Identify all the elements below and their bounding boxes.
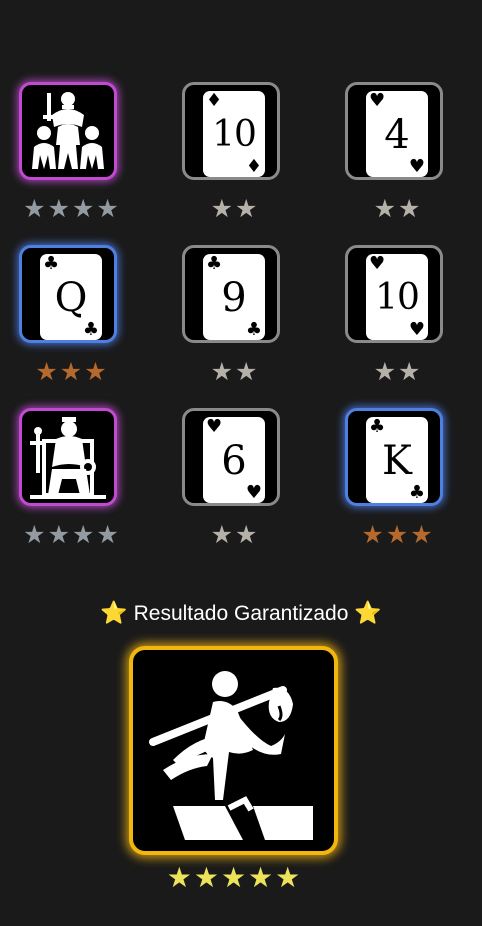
- heart-suit-icon: ♥: [408, 156, 425, 177]
- banner-text: Resultado Garantizado: [133, 602, 349, 625]
- card-rank: Q: [54, 275, 88, 321]
- star-icon: ★: [96, 520, 119, 549]
- star-rating: ★★: [342, 196, 452, 222]
- tile-rare[interactable]: ♣ K ♣: [345, 408, 443, 506]
- star-rating: ★★★★: [16, 196, 126, 222]
- enthroned-figure-icon: [30, 417, 106, 499]
- star-icon: ★: [373, 357, 396, 386]
- grid-cell-2[interactable]: ♦ 10 ♦ ★★: [179, 82, 289, 232]
- star-icon: ★: [361, 520, 384, 549]
- playing-card: ♣ K ♣: [366, 417, 428, 503]
- grid-cell-5[interactable]: ♣ 9 ♣ ★★: [179, 245, 289, 395]
- club-suit-icon: ♣: [408, 482, 425, 503]
- star-icon: ★: [84, 357, 107, 386]
- star-rating: ★★: [179, 196, 289, 222]
- club-suit-icon: ♣: [43, 253, 60, 274]
- tile-common[interactable]: ♥ 10 ♥: [345, 245, 443, 343]
- grid-cell-4[interactable]: ♣ Q ♣ ★★★: [16, 245, 126, 395]
- star-icon: ★: [193, 861, 219, 894]
- star-icon: ★: [59, 357, 83, 386]
- star-icon: ★: [373, 194, 396, 223]
- star-rating: ★★: [342, 359, 452, 385]
- star-icon: ★: [385, 520, 409, 549]
- star-icon: ★: [220, 861, 247, 894]
- tile-common[interactable]: ♥ 6 ♥: [182, 408, 280, 506]
- star-icon: ★: [210, 520, 233, 549]
- tile-legendary[interactable]: [129, 646, 338, 855]
- star-icon: ★: [47, 520, 70, 549]
- playing-card: ♣ 9 ♣: [203, 254, 265, 340]
- featured-star-rating: ★★★★★: [129, 864, 338, 892]
- grid-cell-8[interactable]: ♥ 6 ♥ ★★: [179, 408, 289, 558]
- heart-suit-icon: ♥: [369, 253, 386, 274]
- star-icon: ★: [96, 194, 119, 223]
- star-rating: ★★★: [342, 522, 452, 548]
- playing-card: ♥ 10 ♥: [366, 254, 428, 340]
- grid-cell-1[interactable]: ★★★★: [16, 82, 126, 232]
- grid-cell-9[interactable]: ♣ K ♣ ★★★: [342, 408, 452, 558]
- card-rank: 9: [221, 275, 247, 321]
- star-icon: ★: [23, 520, 46, 549]
- diamond-suit-icon: ♦: [206, 90, 223, 111]
- star-icon: ★: [210, 357, 233, 386]
- star-icon: ★: [72, 520, 95, 549]
- heart-suit-icon: ♥: [369, 90, 386, 111]
- featured-result[interactable]: [129, 646, 338, 855]
- star-icon: ★: [210, 194, 233, 223]
- playing-card: ♥ 6 ♥: [203, 417, 265, 503]
- club-suit-icon: ♣: [206, 253, 223, 274]
- star-icon: ★: [47, 194, 70, 223]
- playing-card: ♣ Q ♣: [40, 254, 102, 340]
- star-icon: ★: [410, 520, 433, 549]
- star-icon: ★: [398, 194, 421, 223]
- star-icon: ★: [235, 357, 258, 386]
- army-icon: [32, 92, 104, 169]
- grid-cell-3[interactable]: ♥ 4 ♥ ★★: [342, 82, 452, 232]
- star-rating: ★★★★: [16, 522, 126, 548]
- star-icon: ★: [35, 357, 58, 386]
- grid-cell-7[interactable]: ★★★★: [16, 408, 126, 558]
- tile-common[interactable]: ♥ 4 ♥: [345, 82, 443, 180]
- card-rank: 4: [384, 112, 410, 158]
- star-icon: ★: [275, 861, 301, 894]
- star-icon: ★: [23, 194, 46, 223]
- card-rank: 6: [221, 438, 247, 484]
- star-icon: ★: [248, 861, 274, 894]
- guaranteed-result-banner: ⭐ Resultado Garantizado ⭐: [0, 600, 482, 628]
- club-suit-icon: ♣: [82, 319, 99, 340]
- tile-epic[interactable]: [19, 408, 117, 506]
- heart-suit-icon: ♥: [245, 482, 262, 503]
- club-suit-icon: ♣: [369, 416, 386, 437]
- star-rating: ★★★: [16, 359, 126, 385]
- star-icon: ★: [166, 861, 192, 894]
- star-icon: ★: [72, 194, 95, 223]
- playing-card: ♦ 10 ♦: [203, 91, 265, 177]
- club-suit-icon: ♣: [245, 319, 262, 340]
- star-icon: ★: [398, 357, 421, 386]
- card-rank: 10: [212, 114, 257, 155]
- tile-common[interactable]: ♦ 10 ♦: [182, 82, 280, 180]
- diamond-suit-icon: ♦: [245, 156, 262, 177]
- star-icon: ★: [235, 194, 258, 223]
- tile-epic[interactable]: [19, 82, 117, 180]
- star-icon: ⭐: [100, 601, 128, 626]
- grid-cell-6[interactable]: ♥ 10 ♥ ★★: [342, 245, 452, 395]
- heart-suit-icon: ♥: [408, 319, 425, 340]
- card-rank: 10: [375, 277, 420, 318]
- star-icon: ⭐: [354, 601, 382, 626]
- tile-rare[interactable]: ♣ Q ♣: [19, 245, 117, 343]
- card-rank: K: [382, 438, 412, 484]
- star-rating: ★★: [179, 359, 289, 385]
- fool-wanderer-icon: [149, 671, 313, 840]
- heart-suit-icon: ♥: [206, 416, 223, 437]
- star-icon: ★: [235, 520, 258, 549]
- playing-card: ♥ 4 ♥: [366, 91, 428, 177]
- tile-common[interactable]: ♣ 9 ♣: [182, 245, 280, 343]
- star-rating: ★★: [179, 522, 289, 548]
